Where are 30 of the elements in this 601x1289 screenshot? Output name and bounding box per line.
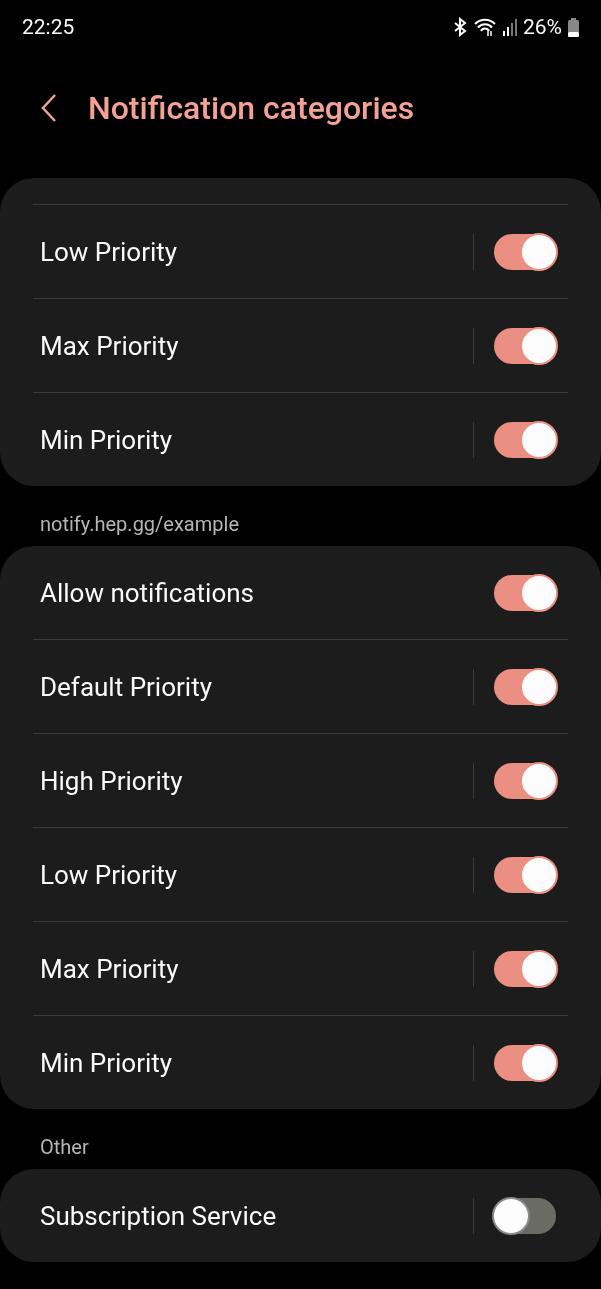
page-title: Notification categories xyxy=(88,89,415,127)
status-time: 22:25 xyxy=(22,15,76,39)
battery-icon xyxy=(568,17,579,37)
setting-label[interactable]: Min Priority xyxy=(33,424,473,455)
toggle-switch[interactable] xyxy=(494,574,556,611)
toggle-switch[interactable] xyxy=(494,668,556,705)
setting-label[interactable]: Max Priority xyxy=(33,330,473,361)
back-button[interactable] xyxy=(40,93,58,123)
setting-label[interactable]: Low Priority xyxy=(33,859,473,890)
bluetooth-icon xyxy=(453,17,467,37)
toggle-switch[interactable] xyxy=(494,421,556,458)
signal-icon xyxy=(503,18,517,36)
section-label: Other xyxy=(40,1135,89,1159)
toggle-switch[interactable] xyxy=(494,856,556,893)
setting-label[interactable]: Allow notifications xyxy=(33,577,494,608)
wifi-icon xyxy=(473,17,497,37)
setting-label[interactable]: High Priority xyxy=(33,765,473,796)
setting-label[interactable]: Subscription Service xyxy=(33,1200,473,1231)
battery-percent: 26% xyxy=(523,15,562,39)
section-label: notify.hep.gg/example xyxy=(40,512,239,536)
setting-label[interactable]: Min Priority xyxy=(33,1047,473,1078)
setting-label[interactable]: Low Priority xyxy=(33,236,473,267)
toggle-switch[interactable] xyxy=(494,950,556,987)
toggle-switch[interactable] xyxy=(494,1197,556,1234)
toggle-switch[interactable] xyxy=(494,327,556,364)
toggle-switch[interactable] xyxy=(494,762,556,799)
toggle-switch[interactable] xyxy=(494,233,556,270)
setting-label[interactable]: Max Priority xyxy=(33,953,473,984)
toggle-switch[interactable] xyxy=(494,1044,556,1081)
setting-label[interactable]: Default Priority xyxy=(33,671,473,702)
